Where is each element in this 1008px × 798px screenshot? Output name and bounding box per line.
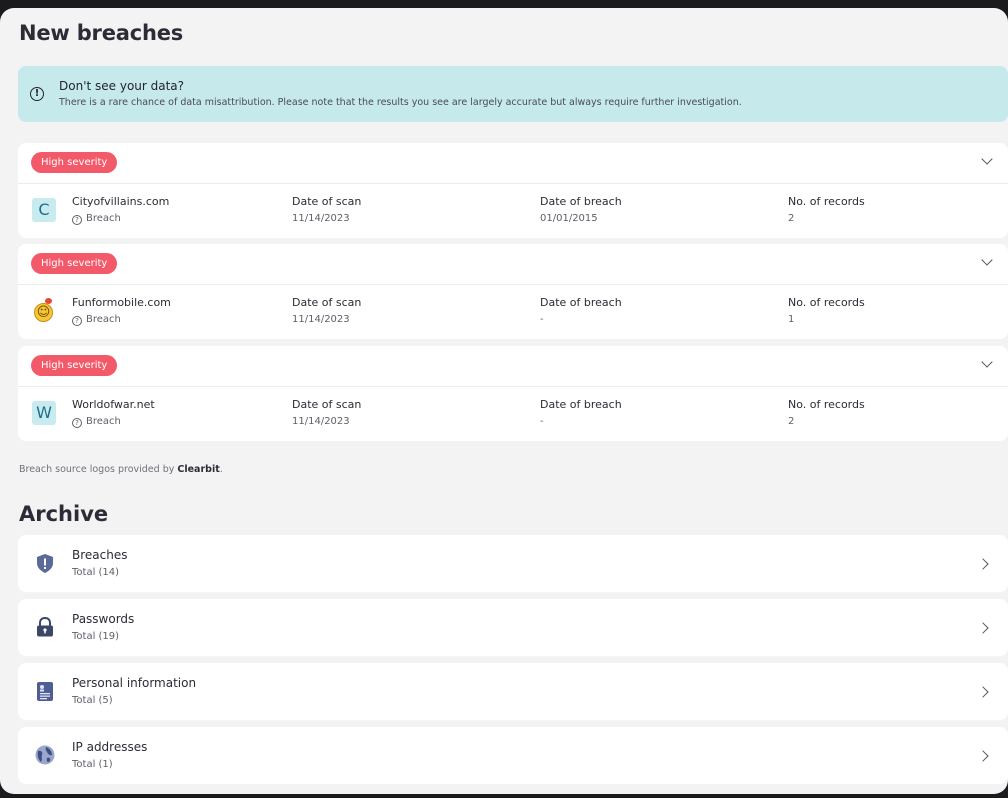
breach-type-label: Breach [86, 213, 121, 224]
data-notice-banner: ! Don't see your data? There is a rare c… [18, 66, 1008, 122]
breach-type: ? Breach [72, 213, 121, 225]
attribution-suffix: . [219, 464, 223, 475]
breach-type: ? Breach [72, 314, 121, 326]
archive-item-label: Passwords [72, 612, 135, 626]
breach-site-name: Cityofvillains.com [72, 195, 170, 208]
breach-card-header[interactable]: High severity [18, 346, 1008, 387]
records-value: 1 [788, 314, 795, 325]
breach-date-value: - [540, 314, 544, 325]
id-card-icon [37, 682, 53, 701]
breach-site-name: Worldofwar.net [72, 398, 155, 411]
scan-date-value: 11/14/2023 [292, 213, 350, 224]
records-label: No. of records [788, 296, 865, 309]
chevron-right-icon[interactable] [977, 558, 989, 570]
severity-badge: High severity [31, 253, 118, 274]
archive-item-label: Personal information [72, 676, 197, 690]
shield-alert-icon [37, 554, 53, 573]
archive-item-label: Breaches [72, 548, 128, 562]
new-breaches-panel: New breaches ! Don't see your data? Ther… [0, 8, 1008, 794]
help-icon: ? [72, 316, 82, 326]
records-label: No. of records [788, 398, 865, 411]
breach-card-header[interactable]: High severity [18, 244, 1008, 285]
archive-item-total: Total (14) [72, 567, 120, 578]
breach-date-label: Date of breach [540, 296, 622, 309]
breach-date-value: - [540, 416, 544, 427]
breach-date-label: Date of breach [540, 398, 622, 411]
archive-title: Archive [19, 502, 109, 526]
help-icon: ? [72, 215, 82, 225]
breach-card[interactable]: High severity Funformobile.com ? Breach D… [18, 244, 1008, 339]
breach-date-value: 01/01/2015 [540, 213, 598, 224]
chevron-down-icon[interactable] [981, 356, 993, 368]
notice-body: There is a rare chance of data misattrib… [59, 97, 742, 108]
chevron-right-icon[interactable] [977, 750, 989, 762]
severity-badge: High severity [31, 152, 118, 173]
archive-item-passwords[interactable]: Passwords Total (19) [18, 599, 1008, 656]
smiley-logo-icon [32, 298, 56, 323]
logo-attribution: Breach source logos provided by Clearbit… [19, 464, 223, 475]
archive-item-total: Total (1) [72, 759, 113, 770]
scan-date-label: Date of scan [292, 296, 362, 309]
records-label: No. of records [788, 195, 865, 208]
archive-item-breaches[interactable]: Breaches Total (14) [18, 535, 1008, 592]
chevron-down-icon[interactable] [981, 153, 993, 165]
breach-card[interactable]: High severity C Cityofvillains.com ? Brea… [18, 143, 1008, 238]
archive-item-total: Total (19) [72, 631, 120, 642]
chevron-right-icon[interactable] [977, 622, 989, 634]
attribution-link[interactable]: Clearbit [177, 464, 219, 475]
scan-date-label: Date of scan [292, 398, 362, 411]
help-icon: ? [72, 418, 82, 428]
archive-item-total: Total (5) [72, 695, 113, 706]
breach-type: ? Breach [72, 416, 121, 428]
page-title: New breaches [19, 21, 184, 45]
records-value: 2 [788, 213, 795, 224]
lock-icon [37, 616, 53, 637]
globe-icon [35, 745, 55, 765]
info-icon: ! [30, 87, 44, 101]
breach-card-header[interactable]: High severity [18, 143, 1008, 184]
chevron-right-icon[interactable] [977, 686, 989, 698]
breach-card[interactable]: High severity W Worldofwar.net ? Breach D… [18, 346, 1008, 441]
records-value: 2 [788, 416, 795, 427]
attribution-text: Breach source logos provided by [19, 464, 178, 475]
breach-type-label: Breach [86, 416, 121, 427]
site-logo: W [32, 401, 56, 425]
site-logo: C [32, 198, 56, 222]
chevron-down-icon[interactable] [981, 254, 993, 266]
breach-type-label: Breach [86, 314, 121, 325]
scan-date-value: 11/14/2023 [292, 314, 350, 325]
archive-item-personal-information[interactable]: Personal information Total (5) [18, 663, 1008, 720]
scan-date-value: 11/14/2023 [292, 416, 350, 427]
breach-site-name: Funformobile.com [72, 296, 171, 309]
breach-date-label: Date of breach [540, 195, 622, 208]
archive-item-ip-addresses[interactable]: IP addresses Total (1) [18, 727, 1008, 784]
notice-title: Don't see your data? [59, 79, 185, 93]
severity-badge: High severity [31, 355, 118, 376]
archive-item-label: IP addresses [72, 740, 148, 754]
scan-date-label: Date of scan [292, 195, 362, 208]
